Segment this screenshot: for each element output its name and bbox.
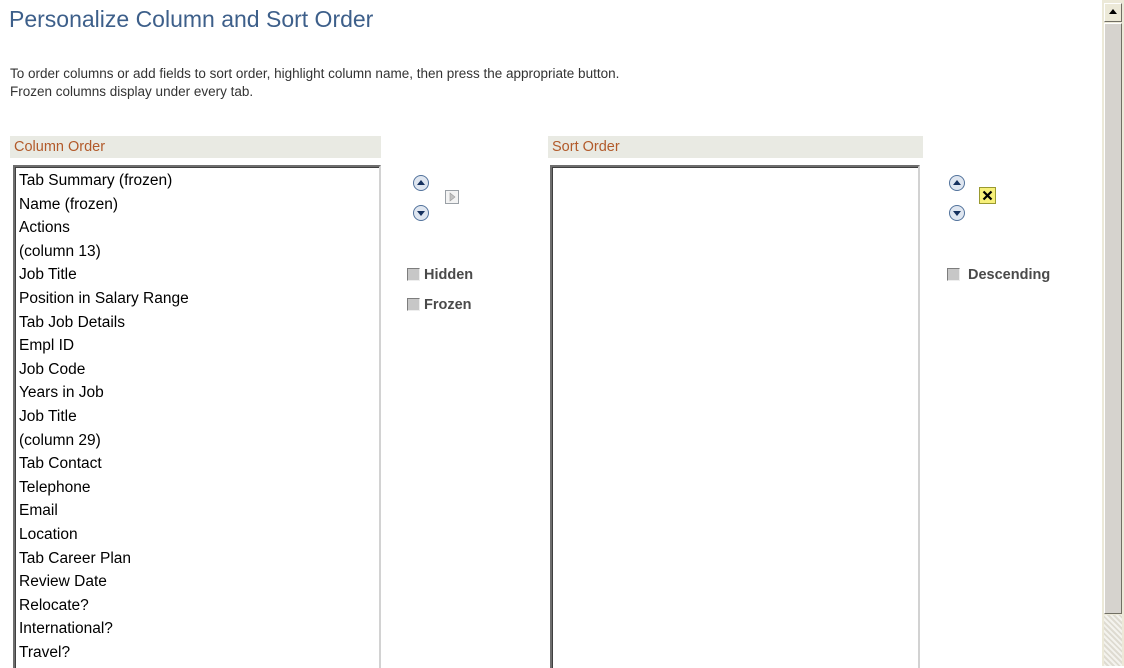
column-list-item[interactable]: Travel? <box>19 641 379 665</box>
sort-move-down-button[interactable] <box>949 205 965 221</box>
hidden-checkbox[interactable] <box>407 268 420 281</box>
column-list-item[interactable]: Relocate? <box>19 594 379 618</box>
column-list-item[interactable]: Location <box>19 523 379 547</box>
right-arrow-icon <box>449 192 456 202</box>
column-list-item[interactable]: Job Title <box>19 263 379 287</box>
instructions: To order columns or add fields to sort o… <box>10 65 619 101</box>
up-arrow-icon <box>417 180 425 185</box>
up-arrow-icon <box>953 180 961 185</box>
column-list-item[interactable]: Telephone <box>19 476 379 500</box>
frozen-label: Frozen <box>424 297 472 313</box>
column-list-item[interactable]: Tab Job Details <box>19 311 379 335</box>
column-list-item[interactable]: Email <box>19 499 379 523</box>
column-list-item[interactable]: Review Date <box>19 570 379 594</box>
page-title: Personalize Column and Sort Order <box>9 6 374 32</box>
column-move-up-button[interactable] <box>413 175 429 191</box>
column-list-item[interactable]: Job Code <box>19 358 379 382</box>
add-to-sort-button[interactable] <box>445 190 459 204</box>
column-list-item[interactable]: Position in Salary Range <box>19 287 379 311</box>
column-list-item[interactable]: Name (frozen) <box>19 193 379 217</box>
column-move-down-button[interactable] <box>413 205 429 221</box>
scroll-up-button[interactable] <box>1104 3 1122 22</box>
page-scrollbar[interactable] <box>1102 0 1124 666</box>
hidden-label: Hidden <box>424 267 474 283</box>
scroll-thumb[interactable] <box>1104 23 1122 614</box>
column-list-item[interactable]: Years in Job <box>19 381 379 405</box>
frozen-checkbox[interactable] <box>407 298 420 311</box>
column-list-item[interactable]: Tab Summary (frozen) <box>19 169 379 193</box>
descending-label: Descending <box>968 267 1051 283</box>
instruction-line: To order columns or add fields to sort o… <box>10 66 620 81</box>
close-icon <box>982 190 993 201</box>
scroll-track[interactable] <box>1104 615 1122 666</box>
column-list-item[interactable]: Tab Career Plan <box>19 547 379 571</box>
descending-checkbox[interactable] <box>947 268 960 281</box>
column-list-item[interactable]: Empl ID <box>19 334 379 358</box>
instruction-line: Frozen columns display under every tab. <box>10 84 254 99</box>
column-list-item[interactable]: (column 13) <box>19 240 379 264</box>
sort-order-header: Sort Order <box>548 136 923 158</box>
down-arrow-icon <box>953 211 961 216</box>
down-arrow-icon <box>417 211 425 216</box>
remove-from-sort-button[interactable] <box>979 187 996 204</box>
column-order-list[interactable]: Tab Summary (frozen) Name (frozen) Actions… <box>13 165 381 668</box>
column-order-header: Column Order <box>10 136 381 158</box>
up-arrow-icon <box>1109 9 1117 14</box>
sort-move-up-button[interactable] <box>949 175 965 191</box>
column-list-item[interactable]: Tab Contact <box>19 452 379 476</box>
column-list-item[interactable]: Actions <box>19 216 379 240</box>
sort-order-list[interactable] <box>550 165 920 668</box>
column-list-item[interactable]: (column 29) <box>19 429 379 453</box>
column-list-item[interactable]: International? <box>19 617 379 641</box>
column-list-item[interactable]: Job Title <box>19 405 379 429</box>
